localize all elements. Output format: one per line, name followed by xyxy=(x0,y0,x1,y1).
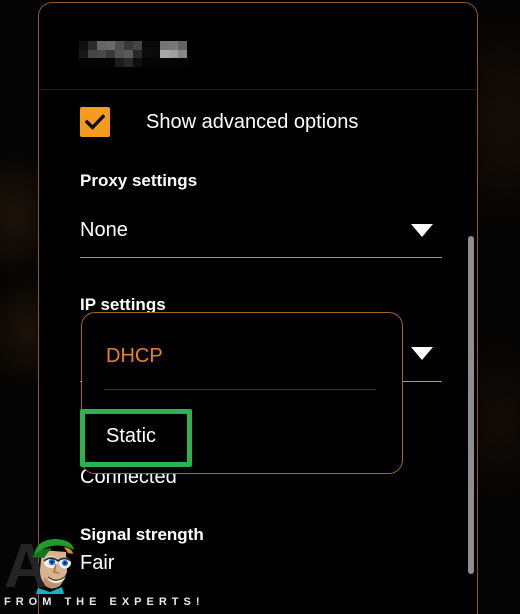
proxy-settings-label: Proxy settings xyxy=(80,171,198,190)
watermark-tagline: FROM THE EXPERTS! xyxy=(4,596,205,608)
wifi-details-card: Show advanced options Proxy settings Non… xyxy=(38,2,478,614)
watermark-mascot-icon xyxy=(20,532,82,594)
ip-settings-dropdown-menu[interactable]: DHCP Static xyxy=(81,312,403,474)
show-advanced-options-row[interactable]: Show advanced options xyxy=(80,107,358,137)
network-name-redacted xyxy=(79,41,187,67)
show-advanced-options-checkbox[interactable] xyxy=(80,107,110,137)
proxy-field-underline xyxy=(80,257,442,258)
scrollbar-thumb[interactable] xyxy=(468,236,474,574)
ip-settings-chevron-down-icon[interactable] xyxy=(411,347,433,365)
proxy-settings-value[interactable]: None xyxy=(80,219,128,242)
dropdown-option-static[interactable]: Static xyxy=(106,425,156,448)
checkmark-icon xyxy=(85,114,105,130)
watermark: A FROM THE EXPERTS! xyxy=(0,528,230,614)
show-advanced-options-label: Show advanced options xyxy=(146,111,359,133)
proxy-chevron-down-icon[interactable] xyxy=(411,224,433,242)
network-title-row xyxy=(39,3,477,90)
dropdown-option-divider xyxy=(104,389,376,390)
title-divider xyxy=(39,89,477,90)
screen-background: Show advanced options Proxy settings Non… xyxy=(0,0,520,614)
dropdown-option-dhcp[interactable]: DHCP xyxy=(106,345,163,368)
